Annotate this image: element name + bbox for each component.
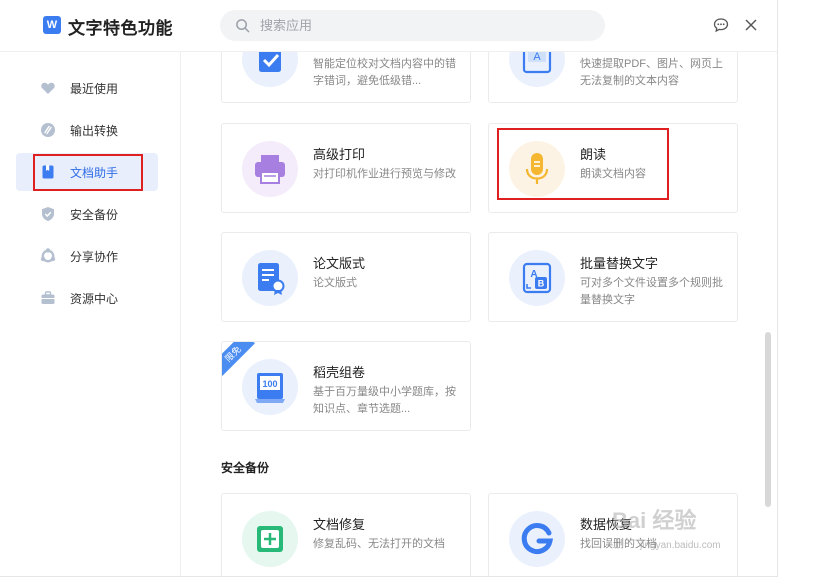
feature-card-advanced-print[interactable]: 高级打印 对打印机作业进行预览与修改 — [221, 123, 471, 213]
shield-icon — [42, 207, 54, 221]
card-icon-bg — [242, 141, 298, 197]
sidebar-item-convert[interactable]: 输出转换 — [16, 111, 158, 149]
search-box[interactable] — [220, 10, 605, 41]
sidebar: 最近使用 输出转换 文档助手 安全备份 分享协作 资源中心 — [0, 52, 181, 576]
card-icon-bg — [242, 52, 298, 87]
feature-card-doc-repair[interactable]: 文档修复 修复乱码、无法打开的文档 — [221, 493, 471, 576]
feature-card-proofread[interactable]: 智能定位校对文档内容中的错字错词，避免低级错... — [221, 52, 471, 103]
close-icon[interactable] — [743, 17, 759, 33]
card-desc: 基于百万量级中小学题库，按知识点、章节选题... — [313, 386, 456, 415]
exam-paper-icon: 100 — [255, 373, 285, 403]
card-icon-bg — [509, 511, 565, 567]
data-recovery-icon — [521, 523, 554, 555]
feedback-icon[interactable] — [713, 17, 729, 33]
share-icon — [40, 248, 56, 263]
watermark-url: jingyan.baidu.com — [640, 540, 721, 551]
card-icon-bg: 100 — [242, 359, 298, 415]
card-title: 文档修复 — [313, 517, 366, 532]
sidebar-item-label: 最近使用 — [70, 82, 119, 96]
card-desc: 智能定位校对文档内容中的错字错词，避免低级错... — [313, 58, 456, 87]
briefcase-icon — [41, 291, 55, 304]
card-icon-bg — [242, 511, 298, 567]
sidebar-item-label: 输出转换 — [70, 124, 119, 138]
scrollbar[interactable] — [765, 332, 771, 507]
search-icon — [236, 19, 250, 33]
card-title: 批量替换文字 — [580, 256, 659, 271]
app-logo-icon: W — [43, 16, 61, 34]
sidebar-item-backup[interactable]: 安全备份 — [16, 195, 158, 233]
proofread-icon — [259, 52, 281, 72]
feature-card-text-extract[interactable]: A 快速提取PDF、图片、网页上无法复制的文本内容 — [488, 52, 738, 103]
feature-list: 智能定位校对文档内容中的错字错词，避免低级错... A 快速提取PDF、图片、网… — [182, 52, 777, 576]
card-desc: 修复乱码、无法打开的文档 — [313, 538, 445, 550]
sidebar-item-resources[interactable]: 资源中心 — [16, 279, 158, 317]
feature-card-batch-replace[interactable]: A B 批量替换文字 可对多个文件设置多个规则批量替换文字 — [488, 232, 738, 322]
sidebar-item-label: 安全备份 — [70, 208, 119, 222]
card-desc: 可对多个文件设置多个规则批量替换文字 — [580, 277, 723, 306]
card-icon-bg — [242, 250, 298, 306]
thesis-icon — [258, 263, 285, 295]
section-title-backup: 安全备份 — [221, 461, 270, 475]
search-input[interactable] — [260, 10, 590, 41]
svg-text:100: 100 — [262, 379, 277, 389]
card-title: 论文版式 — [313, 256, 366, 271]
replace-text-icon: A B — [522, 262, 552, 294]
sidebar-item-share[interactable]: 分享协作 — [16, 237, 158, 275]
svg-text:A: A — [533, 52, 541, 63]
heart-icon — [41, 82, 55, 94]
card-desc: 快速提取PDF、图片、网页上无法复制的文本内容 — [580, 58, 723, 87]
card-desc: 论文版式 — [313, 277, 357, 289]
sidebar-item-recent[interactable]: 最近使用 — [16, 69, 158, 107]
card-icon-bg: A B — [509, 250, 565, 306]
card-title: 高级打印 — [313, 147, 366, 162]
svg-text:B: B — [538, 279, 545, 289]
convert-icon — [41, 123, 55, 137]
text-extract-icon: A — [522, 52, 552, 74]
watermark: Bai 经验 — [612, 508, 697, 533]
feature-card-exam-builder[interactable]: 限免 100 稻壳组卷 基于百万量级中小学题库，按知识点、章节选题... — [221, 341, 471, 431]
app-window: W 文字特色功能 最近使用 — [0, 0, 778, 577]
card-desc: 对打印机作业进行预览与修改 — [313, 168, 456, 180]
sidebar-item-label: 分享协作 — [70, 250, 119, 264]
repair-icon — [257, 526, 283, 552]
feature-card-thesis-format[interactable]: 论文版式 论文版式 — [221, 232, 471, 322]
app-title: 文字特色功能 — [68, 19, 173, 38]
highlight-box — [33, 154, 143, 191]
printer-icon — [255, 155, 285, 184]
highlight-box — [497, 128, 669, 200]
card-icon-bg: A — [509, 52, 565, 87]
sidebar-item-label: 资源中心 — [70, 292, 119, 306]
header: W 文字特色功能 — [0, 0, 777, 52]
card-title: 稻壳组卷 — [313, 365, 366, 380]
